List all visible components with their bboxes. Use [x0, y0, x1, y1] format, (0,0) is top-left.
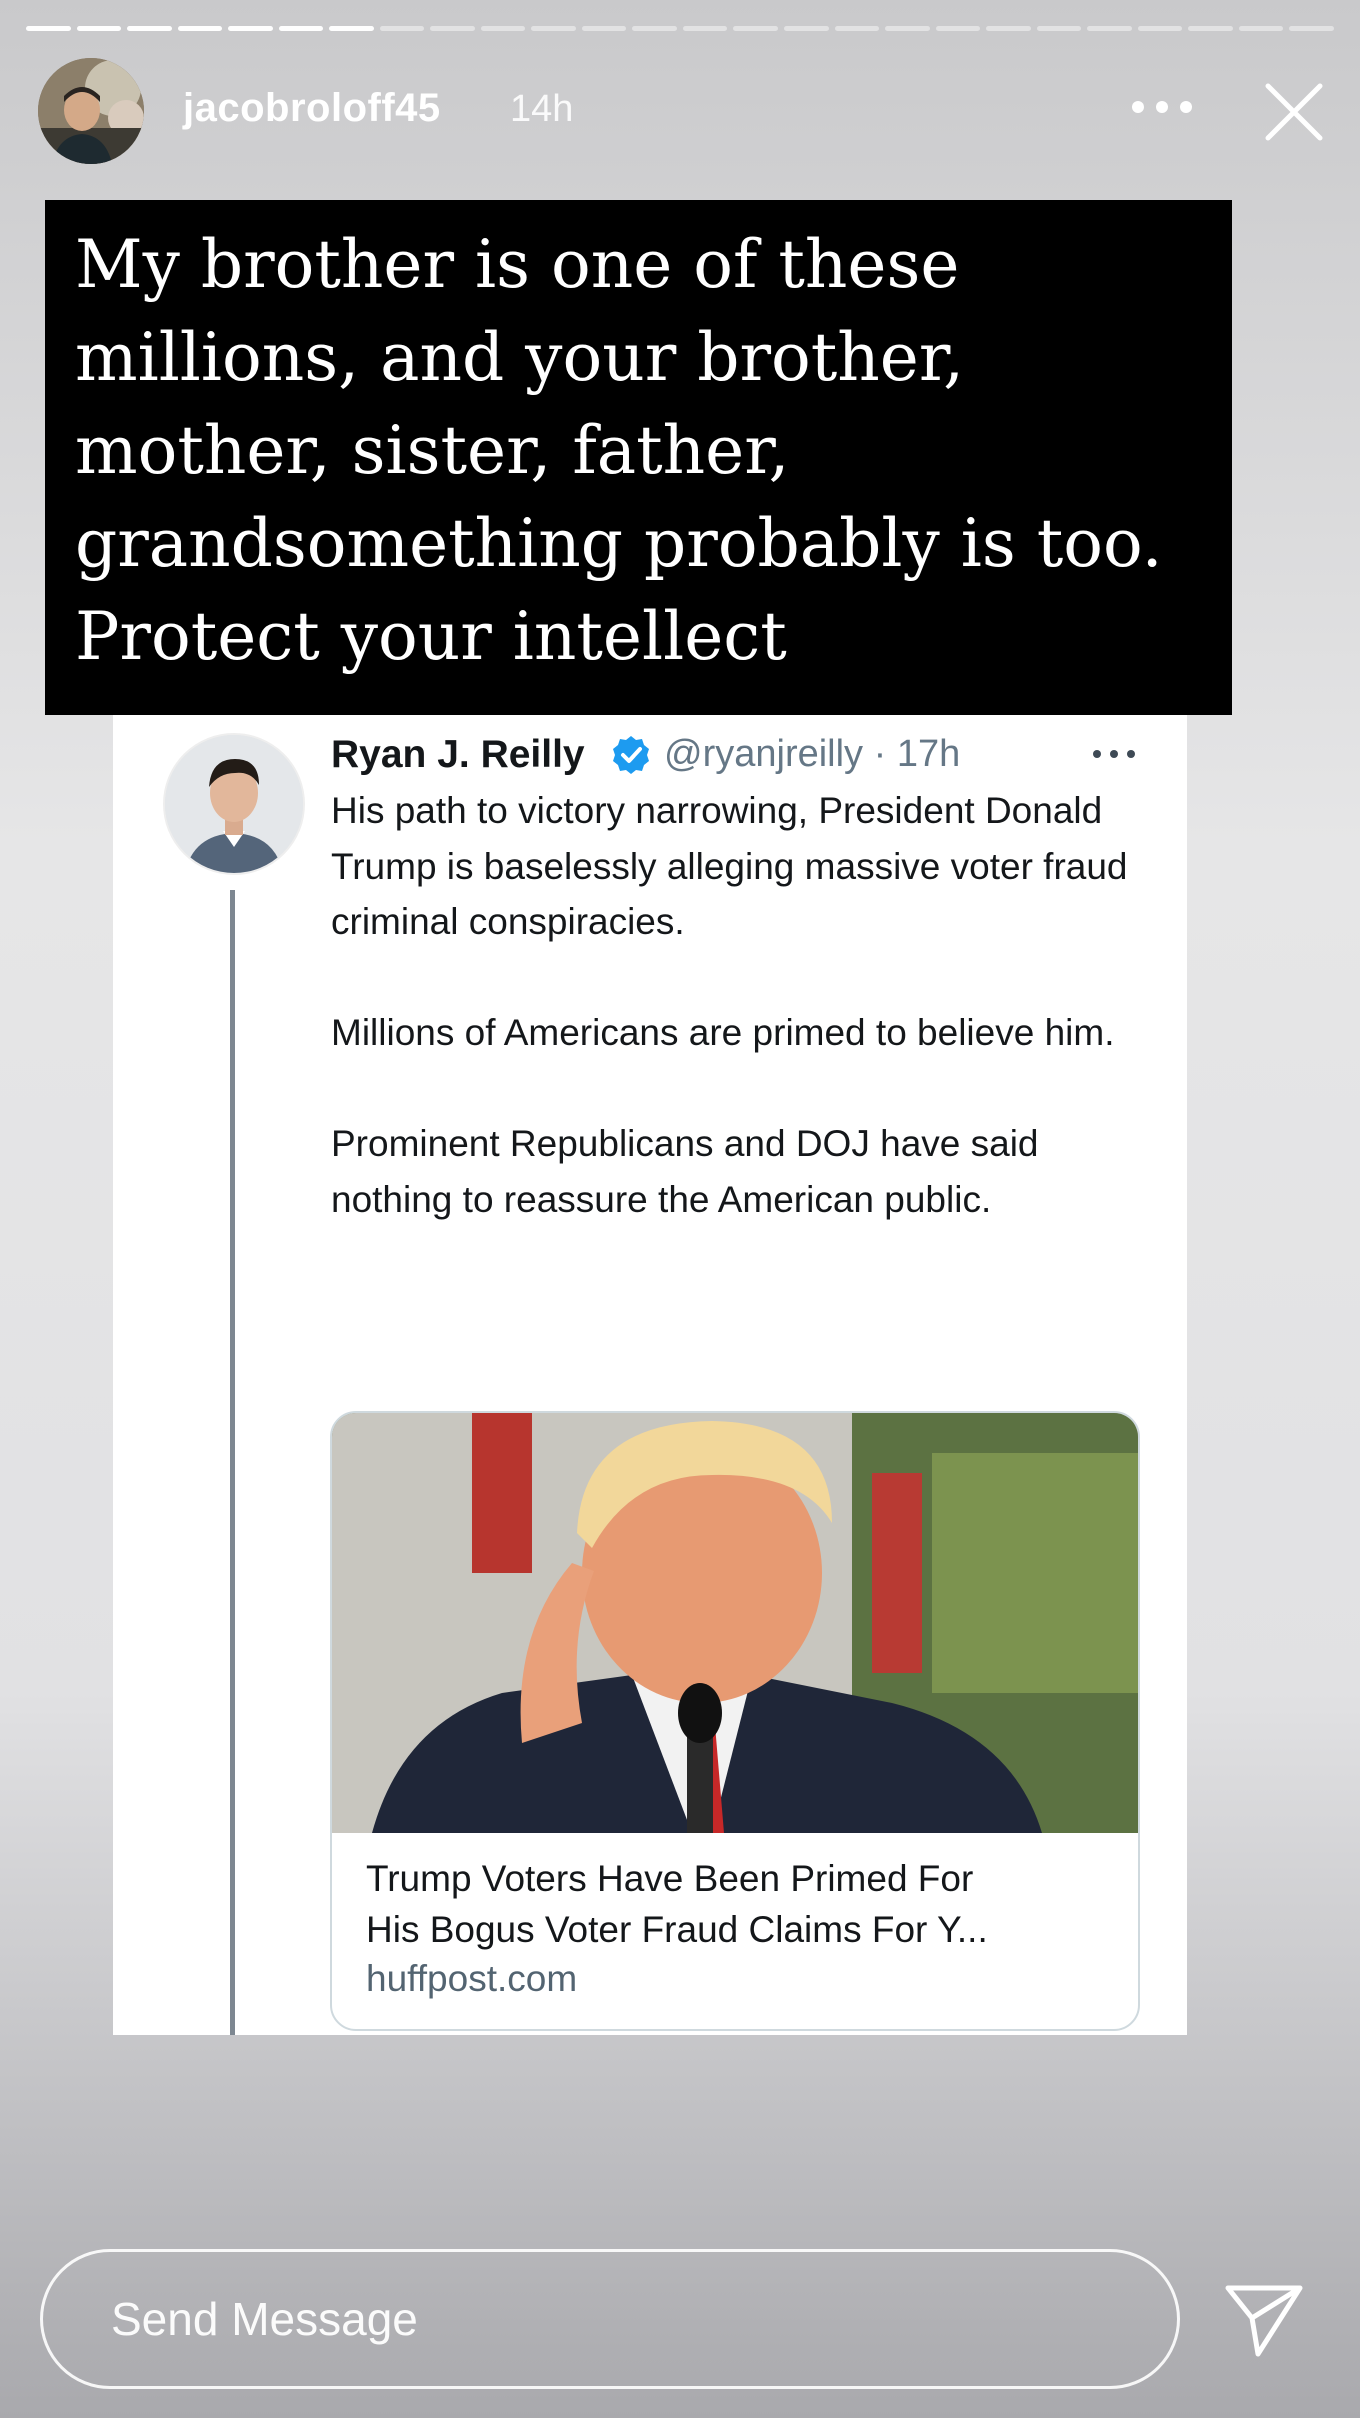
story-username[interactable]: jacobroloff45 [183, 86, 441, 131]
link-card-title: Trump Voters Have Been Primed For His Bo… [366, 1858, 988, 1950]
progress-segment [632, 26, 677, 31]
link-card-domain: huffpost.com [366, 1958, 578, 1999]
progress-segment [682, 26, 728, 31]
progress-segment [1188, 26, 1233, 31]
story-progress-bar [26, 26, 1334, 31]
progress-segment [329, 26, 374, 31]
story-caption-box: My brother is one of these millions, and… [45, 200, 1232, 715]
progress-segment [430, 26, 475, 31]
tweet-paragraph: Millions of Americans are primed to beli… [331, 1012, 1115, 1053]
tweet-screenshot: Ryan J. Reilly @ryanjreilly · 17h His pa… [113, 715, 1187, 2035]
progress-segment [834, 26, 880, 31]
tweet-paragraph: Prominent Republicans and DOJ have said … [331, 1123, 1039, 1220]
tweet-paragraph: His path to victory narrowing, President… [331, 790, 1128, 942]
progress-segment [177, 26, 223, 31]
progress-segment [733, 26, 778, 31]
progress-segment [1087, 26, 1132, 31]
tweet-handle-time: @ryanjreilly · 17h [664, 733, 961, 775]
link-card-image [332, 1413, 1138, 1833]
progress-segment [531, 26, 576, 31]
progress-segment [1238, 26, 1284, 31]
story-avatar[interactable] [38, 58, 144, 164]
tweet-more-icon [1093, 750, 1135, 760]
progress-segment [986, 26, 1031, 31]
tweet-author-avatar [163, 733, 305, 875]
progress-segment [1137, 26, 1183, 31]
progress-segment [935, 26, 981, 31]
progress-segment [885, 26, 930, 31]
progress-segment [26, 26, 71, 31]
more-options-icon[interactable] [1132, 100, 1192, 114]
avatar-photo [38, 58, 144, 164]
progress-segment [76, 26, 122, 31]
progress-segment [581, 26, 627, 31]
tweet-author-name: Ryan J. Reilly [331, 733, 585, 776]
progress-segment [783, 26, 829, 31]
close-icon[interactable] [1262, 80, 1326, 144]
progress-segment [1289, 26, 1334, 31]
tweet-link-card: Trump Voters Have Been Primed For His Bo… [330, 1411, 1140, 2031]
tweet-body: His path to victory narrowing, President… [331, 783, 1151, 1227]
progress-segment [480, 26, 526, 31]
progress-segment [1036, 26, 1082, 31]
paper-plane-icon[interactable] [1222, 2278, 1306, 2362]
story-timestamp: 14h [510, 88, 574, 130]
send-message-field[interactable] [40, 2249, 1180, 2389]
progress-segment [278, 26, 324, 31]
story-caption-text: My brother is one of these millions, and… [75, 226, 1163, 675]
send-message-input[interactable] [109, 2286, 1113, 2352]
verified-badge-icon [610, 734, 652, 776]
thread-line [230, 890, 235, 2035]
progress-segment [228, 26, 273, 31]
progress-segment [379, 26, 425, 31]
progress-segment [127, 26, 172, 31]
